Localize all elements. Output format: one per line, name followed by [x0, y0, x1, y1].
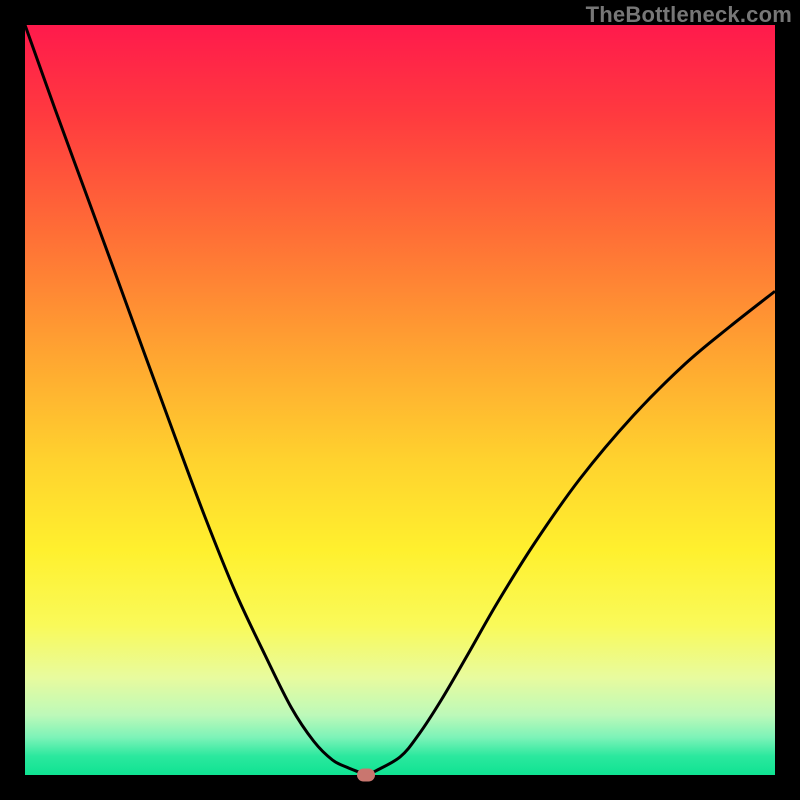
curve-layer — [25, 25, 775, 775]
bottleneck-curve — [25, 25, 775, 775]
optimum-marker — [357, 769, 375, 782]
chart-frame — [25, 25, 775, 775]
watermark-text: TheBottleneck.com — [586, 2, 792, 28]
